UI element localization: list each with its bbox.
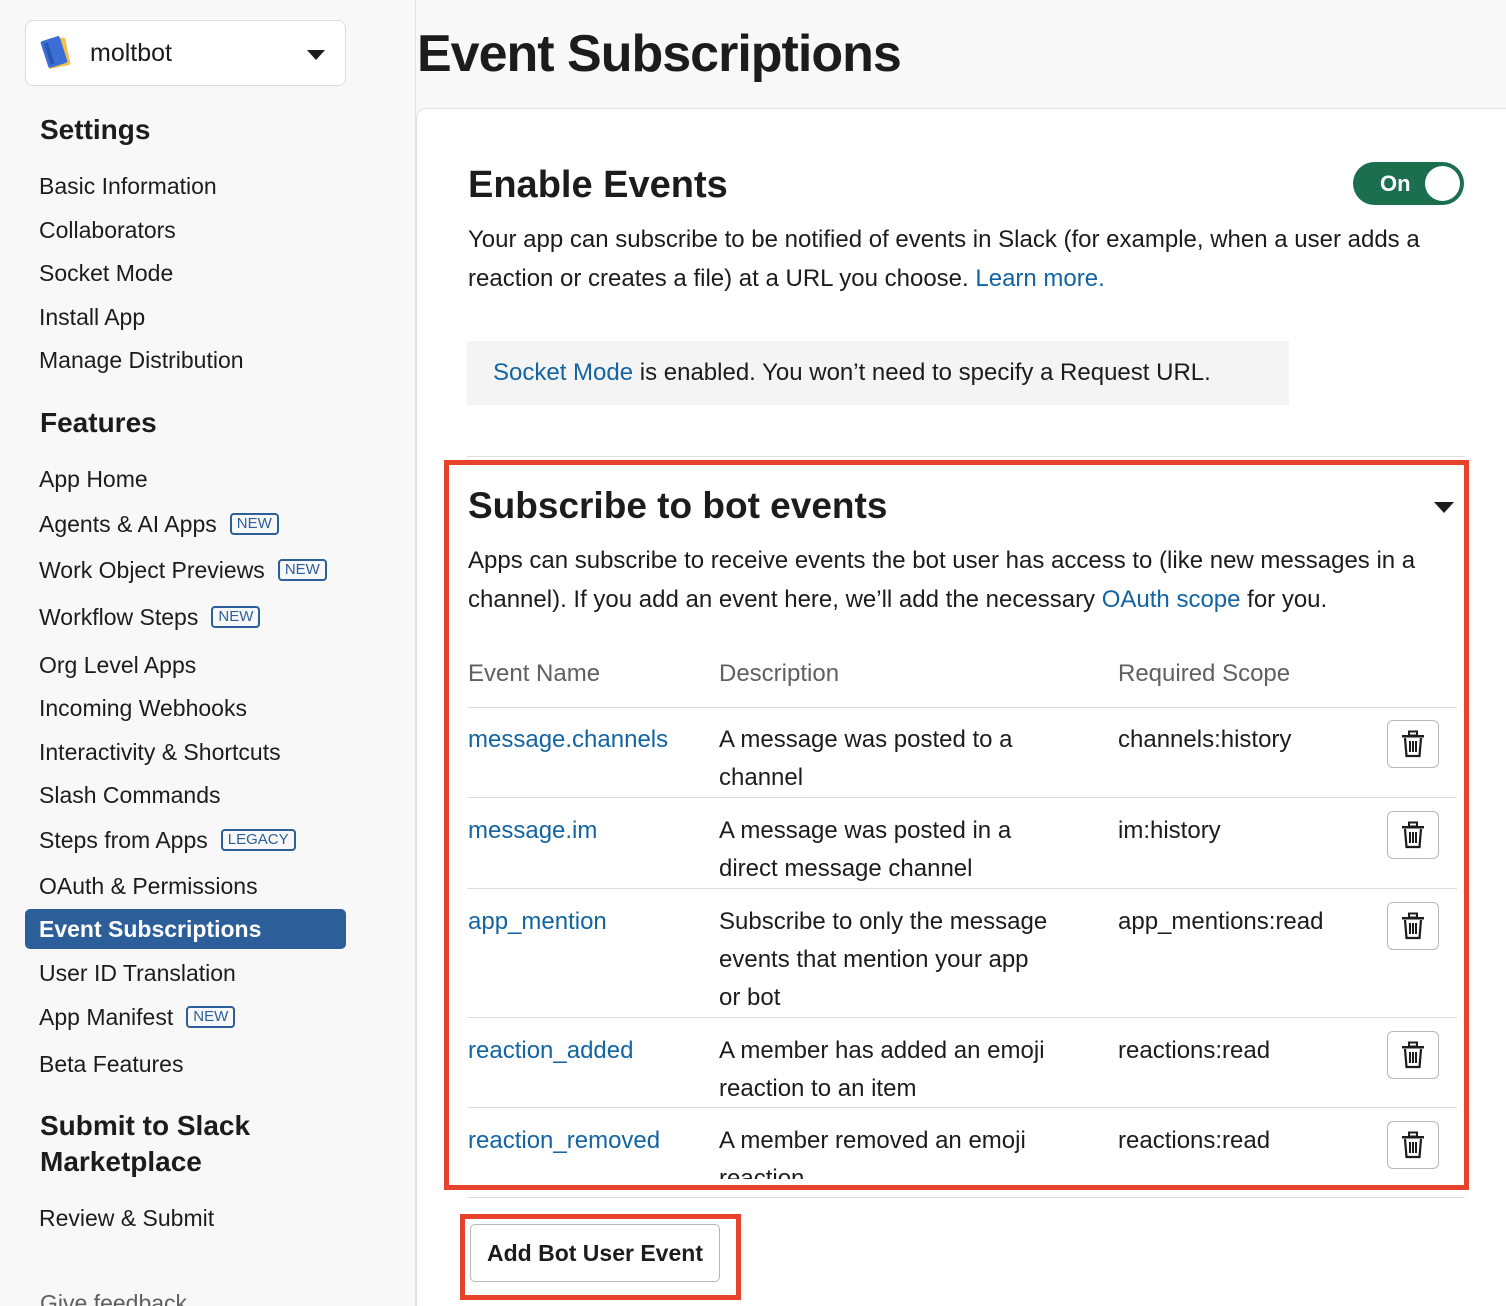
- legacy-badge: LEGACY: [220, 829, 296, 851]
- sidebar-item-label: Steps from Apps: [39, 827, 208, 853]
- sidebar-item-app-manifest[interactable]: App Manifest NEW: [25, 997, 346, 1037]
- enable-events-description: Your app can subscribe to be notified of…: [468, 220, 1468, 298]
- sidebar-item-oauth-permissions[interactable]: OAuth & Permissions: [25, 866, 346, 906]
- sidebar-item-label: Manage Distribution: [39, 347, 244, 373]
- toggle-knob: [1425, 166, 1460, 201]
- sidebar-item-label: Basic Information: [39, 173, 217, 199]
- sidebar-item-label: User ID Translation: [39, 960, 236, 986]
- sidebar-item-label: Review & Submit: [39, 1205, 215, 1231]
- sidebar-item-label: Event Subscriptions: [39, 916, 262, 942]
- socket-mode-notice: Socket Mode is enabled. You won’t need t…: [467, 341, 1289, 405]
- sidebar-item-work-object-previews[interactable]: Work Object Previews NEW: [25, 550, 346, 590]
- submit-heading: Submit to Slack Marketplace: [40, 1108, 250, 1180]
- highlight-bot-events: [444, 460, 1469, 1190]
- sidebar-item-label: Install App: [39, 304, 146, 330]
- description-line: Your app can subscribe to be notified of…: [468, 226, 1420, 253]
- new-badge: NEW: [277, 559, 327, 581]
- toggle-label: On: [1380, 170, 1411, 196]
- learn-more-link[interactable]: Learn more.: [975, 265, 1104, 292]
- sidebar-item-label: Agents & AI Apps: [39, 511, 217, 537]
- features-heading: Features: [40, 407, 157, 438]
- new-badge: NEW: [229, 513, 279, 535]
- sidebar-item-org-level-apps[interactable]: Org Level Apps: [25, 645, 346, 685]
- sidebar-item-agents-ai-apps[interactable]: Agents & AI Apps NEW: [25, 504, 346, 544]
- sidebar-item-interactivity-shortcuts[interactable]: Interactivity & Shortcuts: [25, 732, 346, 772]
- sidebar-item-app-home[interactable]: App Home: [25, 459, 346, 499]
- app-book-icon: [40, 35, 76, 71]
- app-name: moltbot: [90, 38, 172, 67]
- sidebar-item-incoming-webhooks[interactable]: Incoming Webhooks: [25, 688, 346, 728]
- description-text: reaction or creates a file) at a URL you…: [468, 265, 976, 292]
- sidebar-item-slash-commands[interactable]: Slash Commands: [25, 775, 346, 815]
- chevron-down-icon: [307, 50, 325, 60]
- sidebar-item-steps-from-apps[interactable]: Steps from Apps LEGACY: [25, 820, 346, 860]
- sidebar-item-user-id-translation[interactable]: User ID Translation: [25, 953, 346, 993]
- sidebar-item-collaborators[interactable]: Collaborators: [25, 210, 346, 250]
- sidebar-item-label: App Manifest: [39, 1004, 174, 1030]
- sidebar-item-label: Incoming Webhooks: [39, 695, 247, 721]
- page-title: Event Subscriptions: [417, 25, 902, 83]
- sidebar-item-socket-mode[interactable]: Socket Mode: [25, 253, 346, 293]
- socket-mode-text: is enabled. You won’t need to specify a …: [633, 359, 1211, 386]
- submit-heading-line2: Marketplace: [40, 1146, 202, 1177]
- sidebar: moltbot Settings Basic Information Colla…: [0, 0, 416, 1306]
- add-bot-user-event-button[interactable]: Add Bot User Event: [470, 1224, 720, 1282]
- app-picker[interactable]: moltbot: [25, 20, 346, 86]
- sidebar-item-label: Socket Mode: [39, 260, 174, 286]
- sidebar-item-label: Workflow Steps: [39, 604, 199, 630]
- sidebar-item-install-app[interactable]: Install App: [25, 297, 346, 337]
- new-badge: NEW: [211, 606, 261, 628]
- sidebar-item-event-subscriptions[interactable]: Event Subscriptions: [25, 909, 346, 949]
- sidebar-item-beta-features[interactable]: Beta Features: [25, 1044, 346, 1084]
- sidebar-item-manage-distribution[interactable]: Manage Distribution: [25, 340, 346, 380]
- settings-heading: Settings: [40, 114, 151, 145]
- sidebar-item-label: Collaborators: [39, 217, 176, 243]
- give-feedback-link[interactable]: Give feedback: [40, 1290, 187, 1306]
- sidebar-item-label: App Home: [39, 466, 148, 492]
- socket-mode-link[interactable]: Socket Mode: [493, 359, 633, 386]
- enable-events-toggle[interactable]: On: [1353, 162, 1464, 205]
- sidebar-item-workflow-steps[interactable]: Workflow Steps NEW: [25, 597, 346, 637]
- sidebar-item-label: Work Object Previews: [39, 557, 265, 583]
- sidebar-item-label: Org Level Apps: [39, 652, 197, 678]
- sidebar-item-label: OAuth & Permissions: [39, 873, 258, 899]
- submit-heading-line1: Submit to Slack: [40, 1110, 251, 1141]
- sidebar-item-basic-information[interactable]: Basic Information: [25, 166, 346, 206]
- section-divider: [467, 456, 1465, 457]
- description-line: reaction or creates a file) at a URL you…: [468, 259, 1468, 298]
- new-badge: NEW: [186, 1006, 236, 1028]
- sidebar-item-label: Slash Commands: [39, 782, 221, 808]
- sidebar-item-label: Beta Features: [39, 1051, 184, 1077]
- sidebar-item-label: Interactivity & Shortcuts: [39, 739, 281, 765]
- enable-events-heading: Enable Events: [468, 164, 728, 206]
- sidebar-item-review-submit[interactable]: Review & Submit: [25, 1198, 346, 1238]
- section-divider: [467, 1197, 1465, 1198]
